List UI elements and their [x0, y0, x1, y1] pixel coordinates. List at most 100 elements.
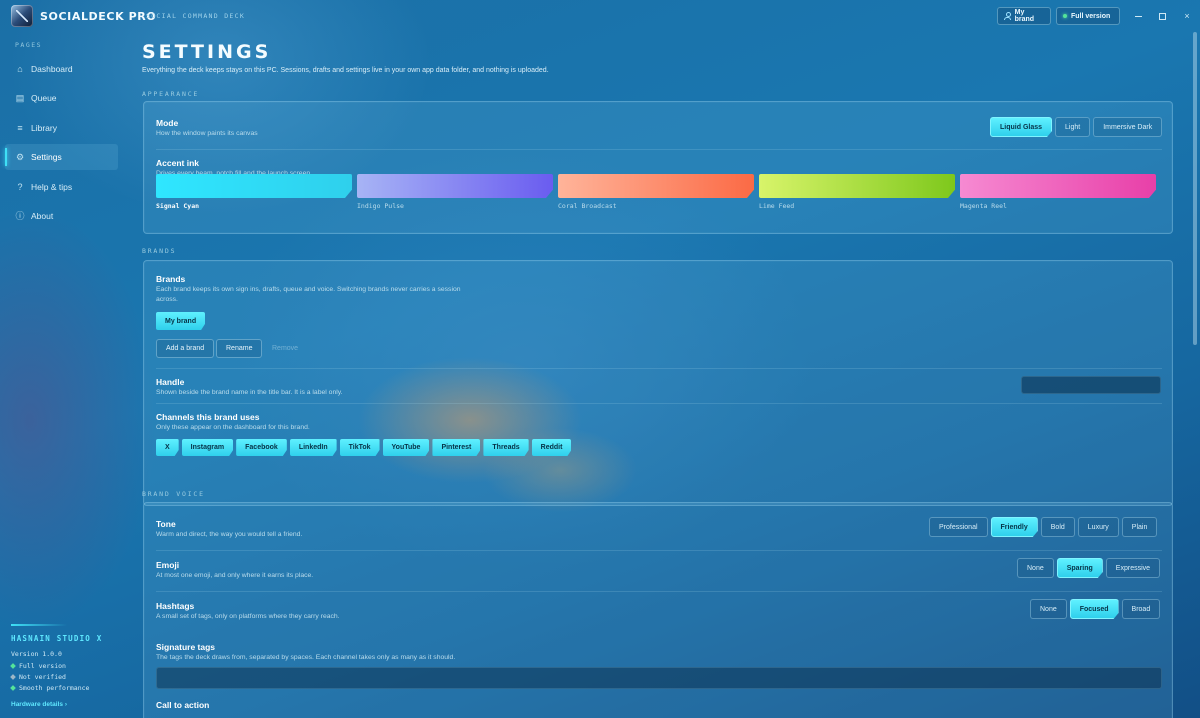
channel-chip-facebook[interactable]: Facebook: [236, 439, 287, 456]
sidebar-item-label: Queue: [31, 93, 57, 103]
handle-input[interactable]: [1021, 376, 1161, 394]
hashtags-option-broad[interactable]: Broad: [1121, 599, 1161, 619]
brand-switcher-label: My brand: [1014, 9, 1035, 23]
status-label: Full version: [19, 662, 66, 670]
sidebar: PAGES ⌂ Dashboard ▤ Queue ≡ Library ⚙ Se…: [0, 32, 130, 718]
status-performance: Smooth performance: [10, 684, 90, 692]
sidebar-item-library[interactable]: ≡ Library: [5, 115, 118, 141]
tone-desc: Warm and direct, the way you would tell …: [156, 531, 303, 538]
accent-swatch-label: Magenta Reel: [960, 202, 1007, 210]
maximize-icon: [1158, 12, 1166, 20]
divider: [156, 591, 1162, 592]
sidebar-item-label: About: [31, 211, 54, 221]
title-bar: SOCIALDECK PRO SOCIAL COMMAND DECK My br…: [0, 0, 1200, 32]
info-icon: ⓘ: [15, 211, 25, 221]
status-label: Smooth performance: [19, 684, 90, 692]
divider: [156, 368, 1162, 369]
status-label: Not verified: [19, 673, 66, 681]
status-verification: Not verified: [10, 673, 66, 681]
channel-chip-x[interactable]: X: [156, 439, 179, 456]
sidebar-item-label: Settings: [31, 152, 62, 162]
emoji-option-sparing[interactable]: Sparing: [1057, 558, 1103, 578]
current-brand-chip[interactable]: My brand: [156, 312, 205, 330]
mode-option-light[interactable]: Light: [1055, 117, 1091, 137]
hashtags-title: Hashtags: [156, 601, 195, 611]
mode-option-liquid-glass[interactable]: Liquid Glass: [990, 117, 1052, 137]
home-icon: ⌂: [17, 64, 23, 74]
signature-desc: The tags the deck draws from, separated …: [156, 654, 456, 661]
handle-title: Handle: [156, 377, 185, 387]
brand-voice-panel: Tone Warm and direct, the way you would …: [143, 502, 1173, 718]
tone-selector: Professional Friendly Bold Luxury Plain: [929, 517, 1158, 537]
settings-page: SETTINGS Everything the deck keeps stays…: [130, 32, 1192, 718]
scrollbar-thumb[interactable]: [1193, 32, 1197, 345]
sidebar-item-about[interactable]: ⓘ About: [5, 203, 118, 229]
channel-chips: X Instagram Facebook LinkedIn TikTok You…: [156, 439, 571, 456]
close-icon: ×: [1184, 11, 1190, 21]
signature-title: Signature tags: [156, 642, 216, 652]
channel-chip-threads[interactable]: Threads: [483, 439, 528, 456]
tone-option-professional[interactable]: Professional: [929, 517, 988, 537]
version-button[interactable]: Full version: [1056, 7, 1120, 25]
brand-switcher-button[interactable]: My brand: [997, 7, 1051, 25]
sidebar-heading: PAGES: [15, 41, 43, 49]
channel-chip-youtube[interactable]: YouTube: [383, 439, 430, 456]
accent-swatch-lime-feed[interactable]: [759, 174, 955, 198]
minimize-button[interactable]: [1131, 9, 1145, 23]
tone-option-friendly[interactable]: Friendly: [991, 517, 1038, 537]
section-appearance: APPEARANCE: [142, 90, 200, 98]
accent-swatch-indigo-pulse[interactable]: [357, 174, 553, 198]
emoji-option-expressive[interactable]: Expressive: [1105, 558, 1161, 578]
tone-option-plain[interactable]: Plain: [1121, 517, 1158, 537]
channel-chip-pinterest[interactable]: Pinterest: [432, 439, 480, 456]
channels-desc: Only these appear on the dashboard for t…: [156, 424, 310, 431]
brands-desc: Each brand keeps its own sign ins, draft…: [156, 286, 461, 303]
sidebar-item-dashboard[interactable]: ⌂ Dashboard: [5, 56, 118, 82]
accent-swatch-label: Coral Broadcast: [558, 202, 617, 210]
sidebar-item-label: Dashboard: [31, 64, 73, 74]
emoji-option-none[interactable]: None: [1017, 558, 1054, 578]
section-brands: BRANDS: [142, 247, 177, 255]
app-subtitle: SOCIAL COMMAND DECK: [146, 12, 246, 20]
studio-version: Version 1.0.0: [11, 650, 62, 658]
scrollbar[interactable]: [1193, 32, 1198, 718]
rename-brand-button[interactable]: Rename: [216, 339, 263, 358]
signature-tags-input[interactable]: [156, 667, 1162, 689]
channel-chip-tiktok[interactable]: TikTok: [340, 439, 380, 456]
user-icon: [1004, 12, 1011, 20]
sidebar-item-label: Help & tips: [31, 182, 73, 192]
handle-desc: Shown beside the brand name in the title…: [156, 389, 343, 396]
brands-title: Brands: [156, 274, 186, 284]
channel-chip-instagram[interactable]: Instagram: [182, 439, 233, 456]
maximize-button[interactable]: [1155, 9, 1169, 23]
accent-swatch-signal-cyan[interactable]: [156, 174, 352, 198]
channel-chip-reddit[interactable]: Reddit: [532, 439, 572, 456]
accent-swatch-label: Signal Cyan: [156, 202, 200, 210]
status-on-icon: [10, 663, 16, 669]
mode-selector: Liquid Glass Light Immersive Dark: [990, 117, 1163, 137]
app-logo: [11, 5, 33, 27]
hashtags-option-focused[interactable]: Focused: [1070, 599, 1119, 619]
emoji-selector: None Sparing Expressive: [1017, 558, 1161, 578]
sidebar-item-help[interactable]: ? Help & tips: [5, 174, 118, 200]
queue-icon: ▤: [15, 93, 25, 103]
close-button[interactable]: ×: [1180, 9, 1194, 23]
accent-swatch-magenta-reel[interactable]: [960, 174, 1156, 198]
channel-chip-linkedin[interactable]: LinkedIn: [290, 439, 337, 456]
add-brand-button[interactable]: Add a brand: [156, 339, 215, 358]
gear-icon: ⚙: [15, 152, 25, 162]
accent-swatch-coral-broadcast[interactable]: [558, 174, 754, 198]
remove-brand-button[interactable]: Remove: [264, 339, 306, 358]
minimize-icon: [1134, 15, 1142, 17]
hardware-details-link[interactable]: Hardware details ›: [11, 701, 67, 708]
cta-title: Call to action: [156, 700, 210, 710]
tone-option-bold[interactable]: Bold: [1040, 517, 1075, 537]
emoji-title: Emoji: [156, 560, 180, 570]
page-title: SETTINGS: [142, 41, 272, 63]
sidebar-item-queue[interactable]: ▤ Queue: [5, 85, 118, 111]
mode-option-immersive-dark[interactable]: Immersive Dark: [1093, 117, 1163, 137]
sidebar-item-settings[interactable]: ⚙ Settings: [5, 144, 118, 170]
hashtags-option-none[interactable]: None: [1030, 599, 1067, 619]
tone-option-luxury[interactable]: Luxury: [1077, 517, 1119, 537]
mode-desc: How the window paints its canvas: [156, 130, 258, 137]
